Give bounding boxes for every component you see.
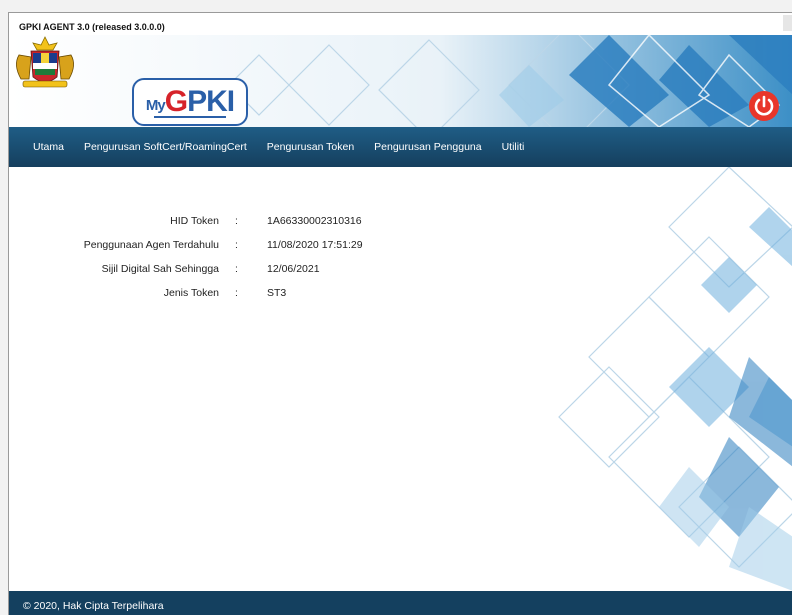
token-info-row: HID Token : 1A66330002310316 xyxy=(9,215,409,233)
app-window: GPKI AGENT 3.0 (released 3.0.0.0) My G P… xyxy=(8,12,792,615)
menu-item-pengurusan-softcert-roamingcert[interactable]: Pengurusan SoftCert/RoamingCert xyxy=(84,141,247,153)
field-colon: : xyxy=(235,263,238,275)
main-menu-bar: Utama Pengurusan SoftCert/RoamingCert Pe… xyxy=(9,127,792,167)
field-colon: : xyxy=(235,287,238,299)
hid-token-value: 1A66330002310316 xyxy=(267,215,362,227)
field-colon: : xyxy=(235,239,238,251)
logo-tagline-line xyxy=(154,116,226,118)
logo-text-my: My xyxy=(145,96,166,114)
footer-copyright: © 2020, Hak Cipta Terpelihara xyxy=(9,591,792,615)
menu-item-pengurusan-pengguna[interactable]: Pengurusan Pengguna xyxy=(374,141,481,153)
window-title: GPKI AGENT 3.0 (released 3.0.0.0) xyxy=(19,22,165,32)
malaysia-coat-of-arms-icon xyxy=(16,36,74,88)
field-colon: : xyxy=(235,215,238,227)
menu-item-utiliti[interactable]: Utiliti xyxy=(502,141,525,153)
token-info-row: Penggunaan Agen Terdahulu : 11/08/2020 1… xyxy=(9,239,409,257)
sijil-digital-sah-sehingga-label: Sijil Digital Sah Sehingga xyxy=(101,263,219,275)
power-icon xyxy=(754,95,774,116)
token-info-row: Sijil Digital Sah Sehingga : 12/06/2021 xyxy=(9,263,409,281)
sijil-digital-sah-sehingga-value: 12/06/2021 xyxy=(267,263,320,275)
jenis-token-label: Jenis Token xyxy=(163,287,219,299)
window-close-button[interactable] xyxy=(783,15,792,31)
main-content: HID Token : 1A66330002310316 Penggunaan … xyxy=(9,167,792,591)
penggunaan-agen-terdahulu-value: 11/08/2020 17:51:29 xyxy=(267,239,363,251)
logo-text-pki: PKI xyxy=(187,85,235,118)
jenis-token-value: ST3 xyxy=(267,287,287,299)
penggunaan-agen-terdahulu-label: Penggunaan Agen Terdahulu xyxy=(83,239,219,251)
menu-item-utama[interactable]: Utama xyxy=(33,141,64,153)
header-banner: My G PKI xyxy=(9,35,792,127)
header-background-pattern xyxy=(9,35,792,127)
token-info-row: Jenis Token : ST3 xyxy=(9,287,409,305)
menu-item-pengurusan-token[interactable]: Pengurusan Token xyxy=(267,141,354,153)
power-button[interactable] xyxy=(749,91,779,121)
logo-text-g: G xyxy=(164,85,188,118)
hid-token-label: HID Token xyxy=(170,215,219,227)
mygpki-logo: My G PKI xyxy=(132,78,248,126)
